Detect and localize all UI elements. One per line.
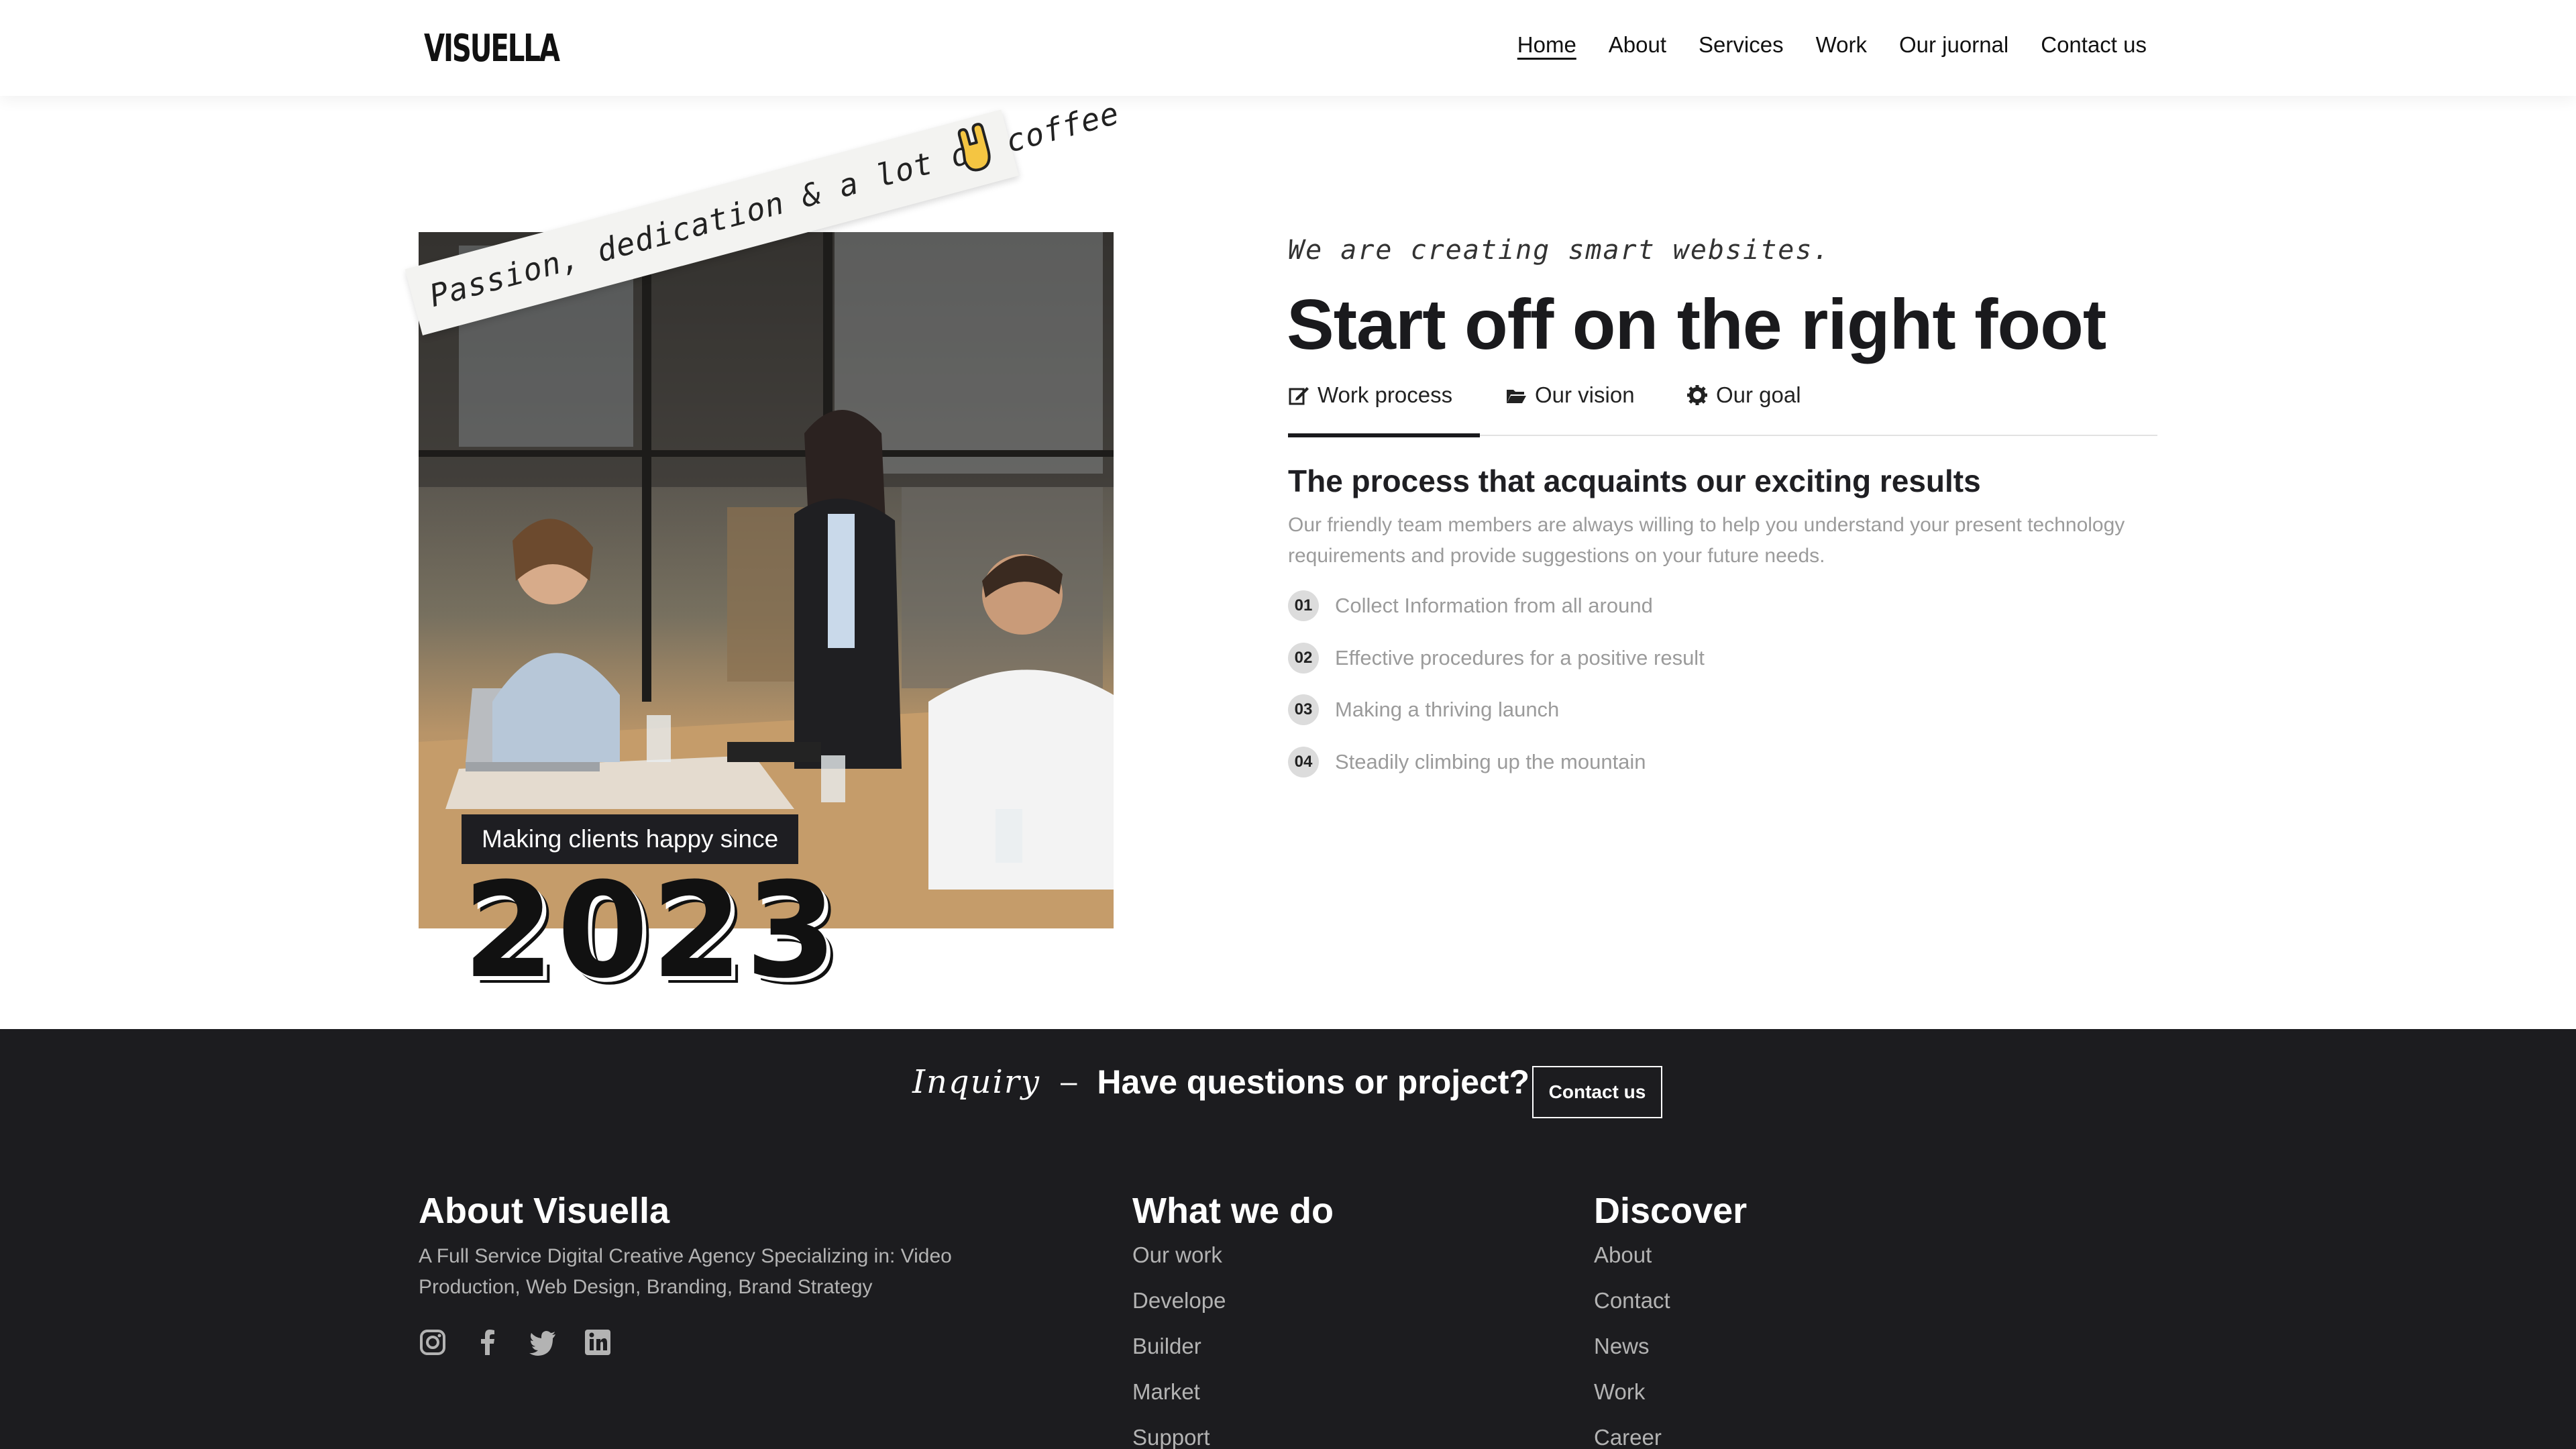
nav-services[interactable]: Services	[1699, 32, 1784, 58]
tab-label: Our vision	[1535, 382, 1635, 407]
nav-home[interactable]: Home	[1517, 32, 1576, 58]
tab-our-vision[interactable]: Our vision	[1505, 382, 1635, 408]
process-step: 04 Steadily climbing up the mountain	[1288, 747, 1646, 777]
footer-link-market[interactable]: Market	[1132, 1379, 1226, 1425]
process-title: The process that acquaints our exciting …	[1288, 464, 1981, 498]
discover-list: About Contact News Work Career	[1594, 1242, 1670, 1449]
page: VISUELLA Home About Services Work Our ju…	[0, 0, 2576, 1449]
step-number: 01	[1288, 590, 1319, 621]
inquiry-dash: –	[1060, 1065, 1077, 1098]
inquiry-banner: Inquiry – Have questions or project?	[912, 1063, 1529, 1102]
step-number: 04	[1288, 747, 1319, 777]
inquiry-question: Have questions or project?	[1097, 1063, 1530, 1101]
hero-title: Start off on the right foot	[1287, 285, 2106, 364]
about-heading: About Visuella	[419, 1191, 670, 1231]
nav-contact[interactable]: Contact us	[2041, 32, 2147, 58]
since-year: 2023	[463, 855, 840, 1008]
edit-icon	[1289, 387, 1309, 405]
footer-link-about[interactable]: About	[1594, 1242, 1670, 1288]
step-text: Steadily climbing up the mountain	[1335, 750, 1646, 773]
nav-about[interactable]: About	[1609, 32, 1666, 58]
process-step: 03 Making a thriving launch	[1288, 694, 1559, 725]
process-step: 01 Collect Information from all around	[1288, 590, 1653, 621]
footer-link-builder[interactable]: Builder	[1132, 1334, 1226, 1379]
step-text: Making a thriving launch	[1335, 698, 1560, 721]
tab-our-goal[interactable]: Our goal	[1686, 382, 1801, 408]
twitter-icon[interactable]	[529, 1328, 557, 1356]
step-number: 03	[1288, 694, 1319, 725]
folder-open-icon	[1507, 390, 1526, 403]
about-text: A Full Service Digital Creative Agency S…	[419, 1245, 952, 1298]
top-bar: VISUELLA Home About Services Work Our ju…	[0, 0, 2576, 96]
tab-work-process[interactable]: Work process	[1288, 382, 1452, 408]
gear-icon	[1687, 385, 1707, 405]
info-tabs: Work process Our vision Our goal	[1288, 377, 2157, 437]
process-step: 02 Effective procedures for a positive r…	[1288, 643, 1705, 674]
step-text: Collect Information from all around	[1335, 594, 1653, 617]
active-tab-indicator	[1288, 433, 1480, 437]
inquiry-label: Inquiry	[912, 1063, 1040, 1101]
footer-link-work[interactable]: Work	[1594, 1379, 1670, 1425]
what-we-do-heading: What we do	[1132, 1191, 1334, 1231]
nav-work[interactable]: Work	[1816, 32, 1867, 58]
footer-link-career[interactable]: Career	[1594, 1425, 1670, 1449]
social-links	[419, 1328, 612, 1356]
tab-label: Our goal	[1716, 382, 1801, 407]
hero-kicker: We are creating smart websites.	[1288, 235, 1831, 266]
footer-link-contact[interactable]: Contact	[1594, 1288, 1670, 1334]
main-nav: Home About Services Work Our juornal Con…	[1517, 32, 2147, 58]
nav-journal[interactable]: Our juornal	[1899, 32, 2008, 58]
step-text: Effective procedures for a positive resu…	[1335, 646, 1705, 669]
tab-label: Work process	[1318, 382, 1453, 407]
process-description: Our friendly team members are always wil…	[1288, 514, 2125, 567]
footer-link-news[interactable]: News	[1594, 1334, 1670, 1379]
linkedin-icon[interactable]	[584, 1328, 612, 1356]
what-we-do-list: Our work Develope Builder Market Support	[1132, 1242, 1226, 1449]
facebook-icon[interactable]	[474, 1328, 502, 1356]
step-number: 02	[1288, 643, 1319, 674]
contact-us-button[interactable]: Contact us	[1532, 1066, 1662, 1118]
footer-link-our-work[interactable]: Our work	[1132, 1242, 1226, 1288]
footer-link-support[interactable]: Support	[1132, 1425, 1226, 1449]
instagram-icon[interactable]	[419, 1328, 447, 1356]
footer-link-develope[interactable]: Develope	[1132, 1288, 1226, 1334]
logo[interactable]: VISUELLA	[424, 27, 560, 70]
site-footer: Inquiry – Have questions or project? Con…	[0, 1029, 2576, 1449]
discover-heading: Discover	[1594, 1191, 1748, 1231]
